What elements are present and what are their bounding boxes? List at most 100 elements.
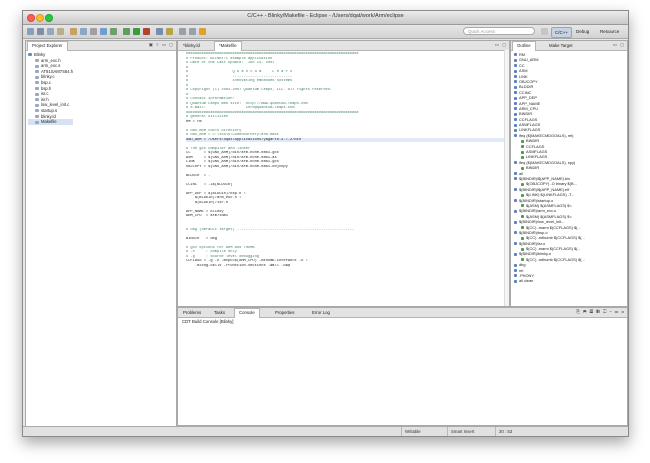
perspective-debug[interactable]: Debug bbox=[573, 27, 592, 36]
outline-menu-icon[interactable]: ▭ ◻ bbox=[613, 42, 625, 48]
tab-blinky-ld[interactable]: *blinky.ld bbox=[179, 42, 204, 50]
outline-item-label: ifeq ($(MAKECMDGOALS), spy) bbox=[519, 159, 576, 165]
new-icon[interactable] bbox=[27, 28, 34, 35]
outline-macro-icon bbox=[514, 53, 517, 57]
outline-macro-icon bbox=[514, 252, 517, 256]
tree-item-label: isr.h bbox=[41, 96, 49, 102]
console-toolbar-icons[interactable]: ⎘ ⚑ ▤ ▥ ◫ ▿ ▭ ◻ bbox=[576, 309, 625, 314]
editor-tabbar: *blinky.ld *Makefile ▭ ◻ bbox=[178, 41, 509, 51]
outline-macro-icon bbox=[514, 188, 517, 192]
outline-macro-icon bbox=[514, 101, 517, 105]
outline-item-label: $(CC) -marm $(CCFLAGS) $(... bbox=[526, 224, 581, 230]
back-icon[interactable] bbox=[179, 28, 186, 35]
tab-error-log[interactable]: Error Log bbox=[308, 309, 334, 317]
editor-area: *blinky.ld *Makefile ▭ ◻ ###############… bbox=[177, 40, 510, 307]
external-tools-icon[interactable] bbox=[143, 28, 150, 35]
project-file-item[interactable]: Makefile bbox=[28, 119, 74, 125]
outline-macro-icon bbox=[521, 182, 524, 186]
debug-icon[interactable] bbox=[123, 28, 130, 35]
outline-macro-icon bbox=[514, 123, 517, 127]
outline-item-label: APP_DEP bbox=[519, 95, 537, 101]
outline-macro-icon bbox=[514, 85, 517, 89]
file-icon bbox=[35, 114, 39, 118]
outline-item-label: RM bbox=[519, 52, 526, 57]
tree-item-label: blinky.ld bbox=[41, 113, 56, 119]
file-icon bbox=[35, 98, 39, 102]
outline-macro-icon bbox=[514, 231, 517, 235]
bottom-tabbar: Problems Tasks Console Properties Error … bbox=[178, 308, 627, 318]
forward-icon[interactable] bbox=[189, 28, 196, 35]
outline-macro-icon bbox=[521, 204, 524, 208]
outline-item-label: $(OBJCOPY) -O binary $(B... bbox=[526, 181, 577, 187]
tree-item-label: arm_exc.h bbox=[41, 57, 61, 63]
outline-macro-icon bbox=[514, 172, 517, 176]
tab-problems[interactable]: Problems bbox=[179, 309, 205, 317]
outline-macro-icon bbox=[514, 161, 517, 165]
save-icon[interactable] bbox=[37, 28, 44, 35]
tree-item-label: Blinky bbox=[34, 52, 46, 57]
tab-tasks[interactable]: Tasks bbox=[210, 309, 229, 317]
tab-console[interactable]: Console bbox=[234, 308, 260, 318]
search-icon[interactable] bbox=[156, 28, 163, 35]
tab-make-target[interactable]: Make Target bbox=[545, 42, 577, 50]
outline-item-label: OBJCOPY bbox=[519, 78, 538, 84]
build-config-icon[interactable] bbox=[80, 28, 87, 35]
outline-macro-icon bbox=[514, 118, 517, 122]
run-icon[interactable] bbox=[133, 28, 140, 35]
outline-macro-icon bbox=[514, 274, 517, 278]
build-icon[interactable] bbox=[70, 28, 77, 35]
code-text[interactable]: ########################################… bbox=[186, 52, 505, 304]
new-class-icon[interactable] bbox=[110, 28, 117, 35]
tab-outline[interactable]: Outline bbox=[512, 41, 536, 51]
outline-item-label: CC bbox=[519, 62, 525, 68]
file-icon bbox=[35, 120, 39, 124]
tree-item-label: low_level_init.c bbox=[41, 102, 70, 108]
outline-macro-icon bbox=[521, 145, 524, 149]
perspective-resource[interactable]: Resource bbox=[597, 27, 622, 36]
new-source-folder-icon[interactable] bbox=[100, 28, 107, 35]
file-icon bbox=[35, 81, 39, 85]
outline-item-label: CCINC bbox=[519, 89, 532, 95]
outline-item-label: $(BINDIR)/low_level_init... bbox=[519, 219, 565, 225]
outline-macro-icon bbox=[514, 91, 517, 95]
outline-item-label: all clean bbox=[519, 278, 534, 284]
outline-item-label: $(ASM) $(ASMFLAGS) $< bbox=[526, 213, 572, 219]
outline-item-label: $(ASM) $(ASMFLAGS) $< bbox=[526, 202, 572, 208]
tree-item-label: startup.s bbox=[41, 107, 58, 113]
editor-scrollbar[interactable] bbox=[504, 50, 509, 306]
tab-makefile[interactable]: *Makefile bbox=[214, 41, 242, 51]
outline-item-label: GNU_ARM bbox=[519, 57, 539, 63]
outline-macro-icon bbox=[514, 263, 517, 267]
project-tree: Blinky arm_exc.h arm_exc.s AT91SAM7S64.h bli… bbox=[28, 52, 74, 125]
outline-item-label: LINKFLAGS bbox=[526, 154, 548, 160]
outline-macro-icon bbox=[514, 75, 517, 79]
new-c-project-icon[interactable] bbox=[90, 28, 97, 35]
tab-project-explorer[interactable]: Project Explorer bbox=[27, 41, 68, 51]
tab-properties[interactable]: Properties bbox=[271, 309, 299, 317]
code-line[interactable]: -mlong-calls -ffunction-sections -Wall -… bbox=[186, 264, 505, 269]
outline-item-label: CCFLAGS bbox=[526, 143, 545, 149]
save-all-icon[interactable] bbox=[47, 28, 54, 35]
tree-item-label: bsp.c bbox=[41, 79, 52, 85]
print-icon[interactable] bbox=[57, 28, 64, 35]
view-menu-icon[interactable]: ▣ ▿ ▭ ◻ bbox=[149, 42, 174, 48]
project-explorer-tabbar: Project Explorer ▣ ▿ ▭ ◻ bbox=[26, 41, 176, 51]
outline-item-label: $(BINDIR)/arm_exc.o bbox=[519, 208, 557, 214]
open-type-icon[interactable] bbox=[166, 28, 173, 35]
outline-macro-icon bbox=[514, 96, 517, 100]
tree-item-label: isr.c bbox=[41, 91, 49, 97]
outline-macro-icon bbox=[514, 80, 517, 84]
bottom-panel: Problems Tasks Console Properties Error … bbox=[177, 307, 628, 426]
outline-item-label: $(BINDIR)/startup.o bbox=[519, 197, 554, 203]
last-edit-icon[interactable] bbox=[199, 28, 206, 35]
open-perspective-icon[interactable] bbox=[541, 28, 548, 35]
outline-item-label: ifeq ($(MAKECMDGOALS), rel) bbox=[519, 132, 574, 138]
outline-item-label: $(LINK) $(LINKFLAGS) -T... bbox=[526, 192, 575, 198]
outline-macro-icon bbox=[514, 279, 517, 283]
outline-macro-icon bbox=[521, 225, 524, 229]
console-title: CDT Build Console [Blinky] bbox=[182, 319, 234, 324]
editor-min-max-icon[interactable]: ▭ ◻ bbox=[495, 42, 507, 48]
perspective-cpp[interactable]: C/C++ bbox=[551, 27, 573, 38]
outline-item[interactable]: all clean bbox=[514, 278, 585, 283]
quick-access-input[interactable]: Quick Access bbox=[463, 27, 535, 35]
